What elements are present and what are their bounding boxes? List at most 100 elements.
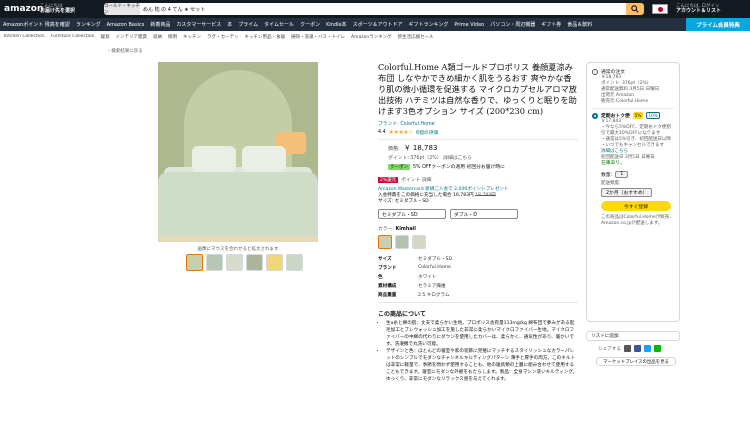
nav-item[interactable]: ギフト券 <box>541 21 561 28</box>
subnav-item[interactable]: ラグ・カーテン <box>207 34 239 44</box>
prime-banner[interactable]: プライム会員特典 <box>686 18 750 31</box>
frequency-row: 2か月（おすすめ） <box>601 188 674 197</box>
nav-item[interactable]: パソコン・周辺機器 <box>490 21 535 28</box>
card-line3: サイズ: セミダブル・SD <box>378 199 429 204</box>
category-subnav: Kitchen Collection Furniture Collection … <box>0 34 750 44</box>
badge-text[interactable]: ポイント 詳細 <box>401 176 431 183</box>
nav-item[interactable]: Prime Video <box>454 22 484 28</box>
thumbnail[interactable] <box>246 254 263 271</box>
nav-item[interactable]: 食品＆飲料 <box>567 21 592 28</box>
spec-key: 色 <box>378 274 383 280</box>
nav-item[interactable]: タイムセール <box>264 21 294 28</box>
rating-row: 4.4 ★★★★☆ 6個の評価 <box>378 129 578 136</box>
subnav-item[interactable]: Kitchen Collection <box>4 34 45 44</box>
discount-10-button[interactable]: 10% <box>646 112 660 119</box>
subnav-item[interactable]: 照明 <box>168 34 177 44</box>
search-button[interactable] <box>626 3 644 15</box>
coupon-row: クーポン 5% OFFクーポンの適用 初回分お届け時に <box>388 163 578 170</box>
price-row: 価格: ￥ 18,783 <box>388 143 578 153</box>
thumbnail[interactable] <box>266 254 283 271</box>
price: ￥ 18,783 <box>403 144 438 152</box>
add-to-list-button[interactable]: リストに追加 <box>586 331 680 341</box>
spec-row: 商品重量 2.5 キログラム <box>378 290 578 299</box>
spec-value: 2.5 キログラム <box>418 292 450 298</box>
star-rating-icon[interactable]: ★★★★☆ <box>389 129 414 136</box>
subnav-item[interactable]: 収納 <box>153 34 162 44</box>
quantity-select[interactable]: 1 <box>615 171 629 178</box>
nav-item[interactable]: プライム <box>238 21 258 28</box>
amazon-logo[interactable]: amazon <box>0 0 43 18</box>
search-input[interactable]: めん 枕 の 4 てん ★ セット <box>140 3 626 15</box>
subscribe-button[interactable]: 今すぐ登録 <box>601 201 671 211</box>
freq-label: 配送頻度: <box>601 181 621 186</box>
account-line2: アカウント＆リスト <box>676 8 722 14</box>
other-sellers-button[interactable]: マーケットプレイスの出品を見る <box>596 357 676 366</box>
subnav-item[interactable]: 寝具 <box>101 34 110 44</box>
subnav-item[interactable]: インテリア雑貨 <box>116 34 148 44</box>
spec-key: サイズ <box>378 256 392 262</box>
points-badge-row: 2%還元 ポイント 詳細 <box>378 176 578 183</box>
facebook-icon[interactable] <box>633 345 641 352</box>
size-select-alt[interactable]: ダブル・D <box>450 209 518 219</box>
nav-item[interactable]: クーポン <box>300 21 320 28</box>
points-text[interactable]: ポイント: 376pt（2%） 詳細はこちら <box>388 154 578 161</box>
line-icon[interactable] <box>653 345 661 352</box>
color-swatch[interactable] <box>378 235 392 249</box>
subscribe-option[interactable]: 定期おトク便 5% 10% <box>592 112 674 119</box>
stock-status: 在庫あり。 <box>601 161 625 166</box>
size-select[interactable]: セミダブル・SD <box>378 209 446 219</box>
subnav-item[interactable]: 新生活応援セール <box>398 34 434 44</box>
search-category-dropdown[interactable]: ゴールド・キッチン <box>104 3 140 15</box>
nav-item[interactable]: 本 <box>227 21 232 28</box>
nav-item[interactable]: ランキング <box>76 21 101 28</box>
spec-row: 色 ホワイト <box>378 272 578 281</box>
opt2-label: 定期おトク便 <box>601 114 630 119</box>
nav-item[interactable]: Amazonポイント 残高を確認 <box>3 21 70 28</box>
color-swatch[interactable] <box>395 235 409 249</box>
nav-item[interactable]: スポーツ＆アウトドア <box>353 21 403 28</box>
subnav-item[interactable]: キッチン <box>183 34 201 44</box>
radio-icon[interactable] <box>592 69 598 75</box>
spec-value: セラミア繊維 <box>418 283 446 289</box>
spec-row: ブランド Colorful.Home <box>378 263 578 272</box>
rating-value: 4.4 <box>378 130 386 135</box>
product-title: Colorful.Home A類ゴールドプロポリス 養顔夏涼み布団 しなやかでき… <box>378 62 577 116</box>
japan-flag-icon[interactable] <box>652 4 668 14</box>
rating-count[interactable]: 6個の評価 <box>416 129 438 136</box>
points-badge: 2%還元 <box>378 176 399 183</box>
nav-item[interactable]: Kindle本 <box>326 21 346 28</box>
color-label-text: カラー: <box>378 227 395 232</box>
breadcrumb[interactable]: ‹ 検索結果に戻る <box>108 48 143 54</box>
color-swatch[interactable] <box>412 235 426 249</box>
radio-selected-icon[interactable] <box>592 113 598 119</box>
subnav-item[interactable]: キッチン用品・食器 <box>245 34 286 44</box>
nav-item[interactable]: ギフトランキング <box>408 21 448 28</box>
thumbnail[interactable] <box>186 254 203 271</box>
nav-item[interactable]: 新着商品 <box>150 21 170 28</box>
nav-item[interactable]: Amazon Basics <box>107 22 145 28</box>
subnav-item[interactable]: Amazonランキング <box>351 34 392 44</box>
spec-value: ホワイト <box>418 274 437 280</box>
twitter-icon[interactable] <box>643 345 651 352</box>
qty-label: 数量: <box>601 173 613 178</box>
subnav-item[interactable]: Furniture Collection <box>51 34 95 44</box>
discount-5-button[interactable]: 5% <box>632 112 644 119</box>
coupon-text[interactable]: 5% OFFクーポンの適用 初回分お届け時に <box>413 163 505 170</box>
search-icon <box>631 5 639 13</box>
frequency-select[interactable]: 2か月（おすすめ） <box>601 188 653 197</box>
subnav-item[interactable]: 掃除・洗濯・バス・トイレ <box>291 34 345 44</box>
email-icon[interactable] <box>623 345 631 352</box>
thumbnail[interactable] <box>286 254 303 271</box>
about-bullet: デザインと色：ほとんどの寝室や家の装飾に完璧にマッチするスタイリッシュなカラーパ… <box>386 348 578 383</box>
thumbnail[interactable] <box>226 254 243 271</box>
brand-link[interactable]: ブランド: Colorful.Home <box>378 120 578 127</box>
thumbnail-strip <box>186 254 303 271</box>
account-menu[interactable]: こんにちは, ログイン アカウント＆リスト <box>676 4 721 14</box>
thumbnail[interactable] <box>206 254 223 271</box>
product-main-image[interactable] <box>158 62 318 242</box>
nav-item[interactable]: カスタマーサービス <box>176 21 221 28</box>
deliver-to[interactable]: こんにちは お届け先を選択 <box>40 4 100 14</box>
share-row: シェアする <box>598 345 661 352</box>
regular-order-option[interactable]: 通常の注文 <box>592 68 674 75</box>
image-zoom-hint: 画像にマウスを合わせると拡大されます <box>197 247 279 252</box>
